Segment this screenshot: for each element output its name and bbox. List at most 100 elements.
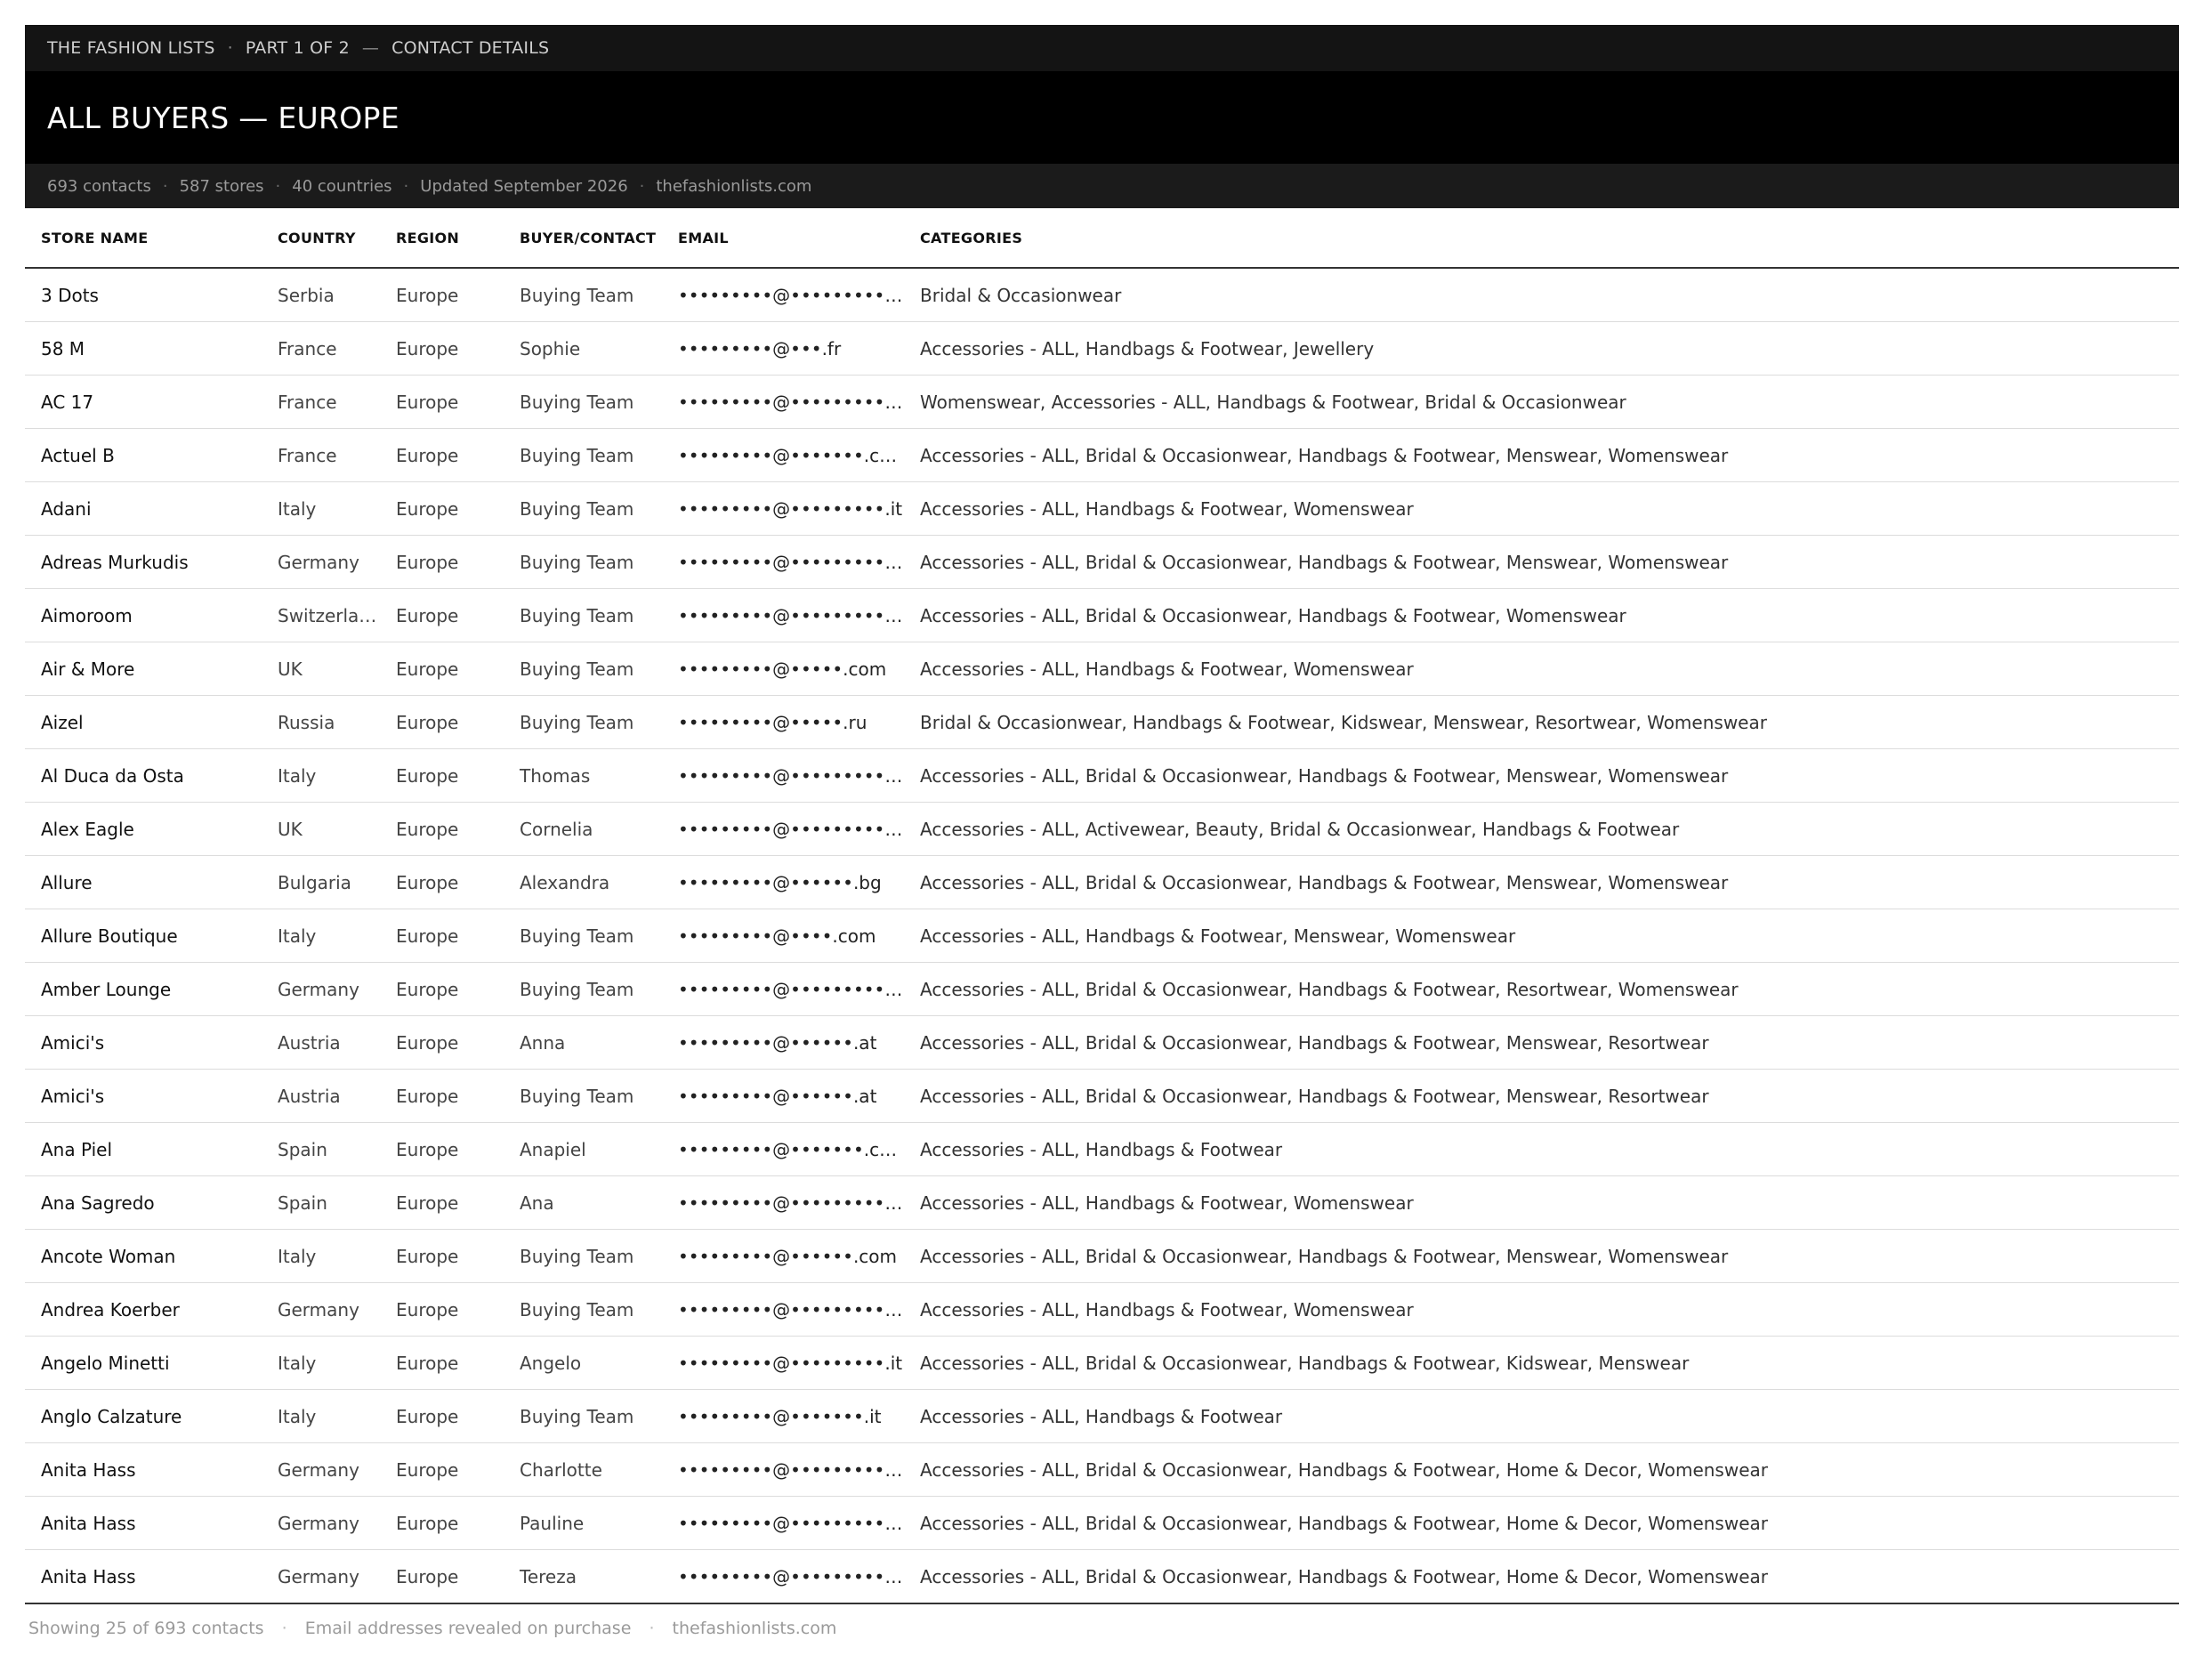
section-label: CONTACT DETAILS — [391, 38, 550, 58]
cell-email: •••••••••@•••••••••.com — [662, 375, 904, 429]
cell-region: Europe — [380, 1549, 504, 1604]
cell-country: Germany — [262, 1442, 380, 1497]
column-header-buyer: BUYER/CONTACT — [504, 208, 662, 269]
cell-email: •••••••••@•••••••••.de — [662, 962, 904, 1016]
cell-email: •••••••••@••••••.at — [662, 1069, 904, 1123]
table-row: 3 Dots Serbia Europe Buying Team •••••••••@•… — [25, 268, 2179, 322]
cell-categories: Bridal & Occasionwear, Handbags & Footwe… — [904, 695, 2179, 749]
cell-categories: Accessories - ALL, Bridal & Occasionwear… — [904, 1549, 2179, 1604]
table-row: Ana Sagredo Spain Europe Ana •••••••••@•••••… — [25, 1175, 2179, 1230]
cell-categories: Accessories - ALL, Bridal & Occasionwear… — [904, 748, 2179, 803]
cell-country: Switzerland — [262, 588, 380, 642]
cell-categories: Accessories - ALL, Bridal & Occasionwear… — [904, 855, 2179, 909]
cell-email: •••••••••@•••••••••.com — [662, 802, 904, 856]
cell-email: •••••••••@•••••••••.com — [662, 1496, 904, 1550]
cell-buyer-contact: Buying Team — [504, 1069, 662, 1123]
cell-store-name: 58 M — [25, 321, 262, 376]
cell-country: Italy — [262, 1336, 380, 1390]
cell-country: Serbia — [262, 268, 380, 322]
title-bar: ALL BUYERS — EUROPE — [25, 71, 2179, 164]
cell-store-name: Amici's — [25, 1015, 262, 1070]
cell-buyer-contact: Tereza — [504, 1549, 662, 1604]
cell-country: Spain — [262, 1122, 380, 1176]
cell-country: Germany — [262, 1496, 380, 1550]
cell-email: •••••••••@•••••••••.com — [662, 1549, 904, 1604]
cell-categories: Accessories - ALL, Handbags & Footwear, … — [904, 321, 2179, 376]
cell-categories: Accessories - ALL, Activewear, Beauty, B… — [904, 802, 2179, 856]
cell-region: Europe — [380, 1175, 504, 1230]
cell-categories: Accessories - ALL, Handbags & Footwear, … — [904, 1175, 2179, 1230]
cell-store-name: Adreas Murkudis — [25, 535, 262, 589]
cell-store-name: Allure — [25, 855, 262, 909]
table-row: Amici's Austria Europe Anna •••••••••@••••••… — [25, 1015, 2179, 1070]
cell-store-name: Actuel B — [25, 428, 262, 482]
separator-dot: · — [281, 1619, 287, 1638]
cell-email: •••••••••@•••••••••.it — [662, 1336, 904, 1390]
cell-buyer-contact: Alexandra — [504, 855, 662, 909]
cell-country: Italy — [262, 909, 380, 963]
cell-store-name: Angelo Minetti — [25, 1336, 262, 1390]
cell-categories: Accessories - ALL, Bridal & Occasionwear… — [904, 535, 2179, 589]
table-body: 3 Dots Serbia Europe Buying Team •••••••••@•… — [25, 268, 2179, 1604]
cell-buyer-contact: Pauline — [504, 1496, 662, 1550]
cell-email: •••••••••@••••••.com — [662, 1229, 904, 1283]
cell-country: Germany — [262, 1282, 380, 1337]
cell-buyer-contact: Anna — [504, 1015, 662, 1070]
cell-buyer-contact: Buying Team — [504, 962, 662, 1016]
separator-dot: · — [403, 176, 409, 196]
cell-country: UK — [262, 642, 380, 696]
cell-store-name: Amici's — [25, 1069, 262, 1123]
cell-region: Europe — [380, 588, 504, 642]
brand-label: THE FASHION LISTS — [47, 38, 215, 58]
contacts-count: 693 contacts — [47, 176, 151, 196]
cell-categories: Accessories - ALL, Handbags & Footwear — [904, 1122, 2179, 1176]
cell-region: Europe — [380, 321, 504, 376]
cell-country: Bulgaria — [262, 855, 380, 909]
cell-region: Europe — [380, 909, 504, 963]
cell-categories: Accessories - ALL, Bridal & Occasionwear… — [904, 1015, 2179, 1070]
cell-categories: Accessories - ALL, Handbags & Footwear, … — [904, 909, 2179, 963]
cell-email: •••••••••@•••••••.com — [662, 428, 904, 482]
cell-buyer-contact: Buying Team — [504, 695, 662, 749]
cell-categories: Accessories - ALL, Handbags & Footwear, … — [904, 642, 2179, 696]
cell-email: •••••••••@•••••••••.com — [662, 1175, 904, 1230]
meta-bar: 693 contacts · 587 stores · 40 countries… — [25, 164, 2179, 208]
cell-buyer-contact: Buying Team — [504, 1389, 662, 1443]
cell-region: Europe — [380, 428, 504, 482]
cell-store-name: Aizel — [25, 695, 262, 749]
cell-store-name: Aimoroom — [25, 588, 262, 642]
column-header-email: EMAIL — [662, 208, 904, 269]
table-row: Anita Hass Germany Europe Pauline •••••••••@… — [25, 1496, 2179, 1550]
cell-buyer-contact: Buying Team — [504, 428, 662, 482]
table-row: Allure Bulgaria Europe Alexandra •••••••••@•… — [25, 855, 2179, 909]
cell-region: Europe — [380, 802, 504, 856]
cell-region: Europe — [380, 748, 504, 803]
cell-categories: Accessories - ALL, Bridal & Occasionwear… — [904, 1442, 2179, 1497]
cell-country: Austria — [262, 1069, 380, 1123]
cell-country: France — [262, 321, 380, 376]
cell-buyer-contact: Thomas — [504, 748, 662, 803]
cell-email: •••••••••@••••••.bg — [662, 855, 904, 909]
table-row: Air & More UK Europe Buying Team •••••••••@•… — [25, 642, 2179, 696]
cell-buyer-contact: Buying Team — [504, 535, 662, 589]
cell-categories: Womenswear, Accessories - ALL, Handbags … — [904, 375, 2179, 429]
cell-country: Spain — [262, 1175, 380, 1230]
table-row: Andrea Koerber Germany Europe Buying Team ••… — [25, 1282, 2179, 1337]
buyers-table: STORE NAME COUNTRY REGION BUYER/CONTACT … — [25, 208, 2179, 1604]
separator-dot: · — [639, 176, 645, 196]
table-row: Anita Hass Germany Europe Tereza •••••••••@•… — [25, 1549, 2179, 1604]
cell-region: Europe — [380, 962, 504, 1016]
countries-count: 40 countries — [292, 176, 392, 196]
table-row: Amber Lounge Germany Europe Buying Team ••••… — [25, 962, 2179, 1016]
cell-categories: Accessories - ALL, Bridal & Occasionwear… — [904, 1229, 2179, 1283]
cell-store-name: 3 Dots — [25, 268, 262, 322]
table-row: Aizel Russia Europe Buying Team •••••••••@••… — [25, 695, 2179, 749]
cell-email: •••••••••@•••••••••.ch — [662, 588, 904, 642]
cell-region: Europe — [380, 1389, 504, 1443]
cell-region: Europe — [380, 1496, 504, 1550]
separator-dot: · — [227, 38, 233, 58]
cell-email: •••••••••@•••••.ru — [662, 695, 904, 749]
cell-email: •••••••••@•••••••••.it — [662, 481, 904, 536]
cell-email: •••••••••@•••••••.it — [662, 1389, 904, 1443]
cell-region: Europe — [380, 535, 504, 589]
